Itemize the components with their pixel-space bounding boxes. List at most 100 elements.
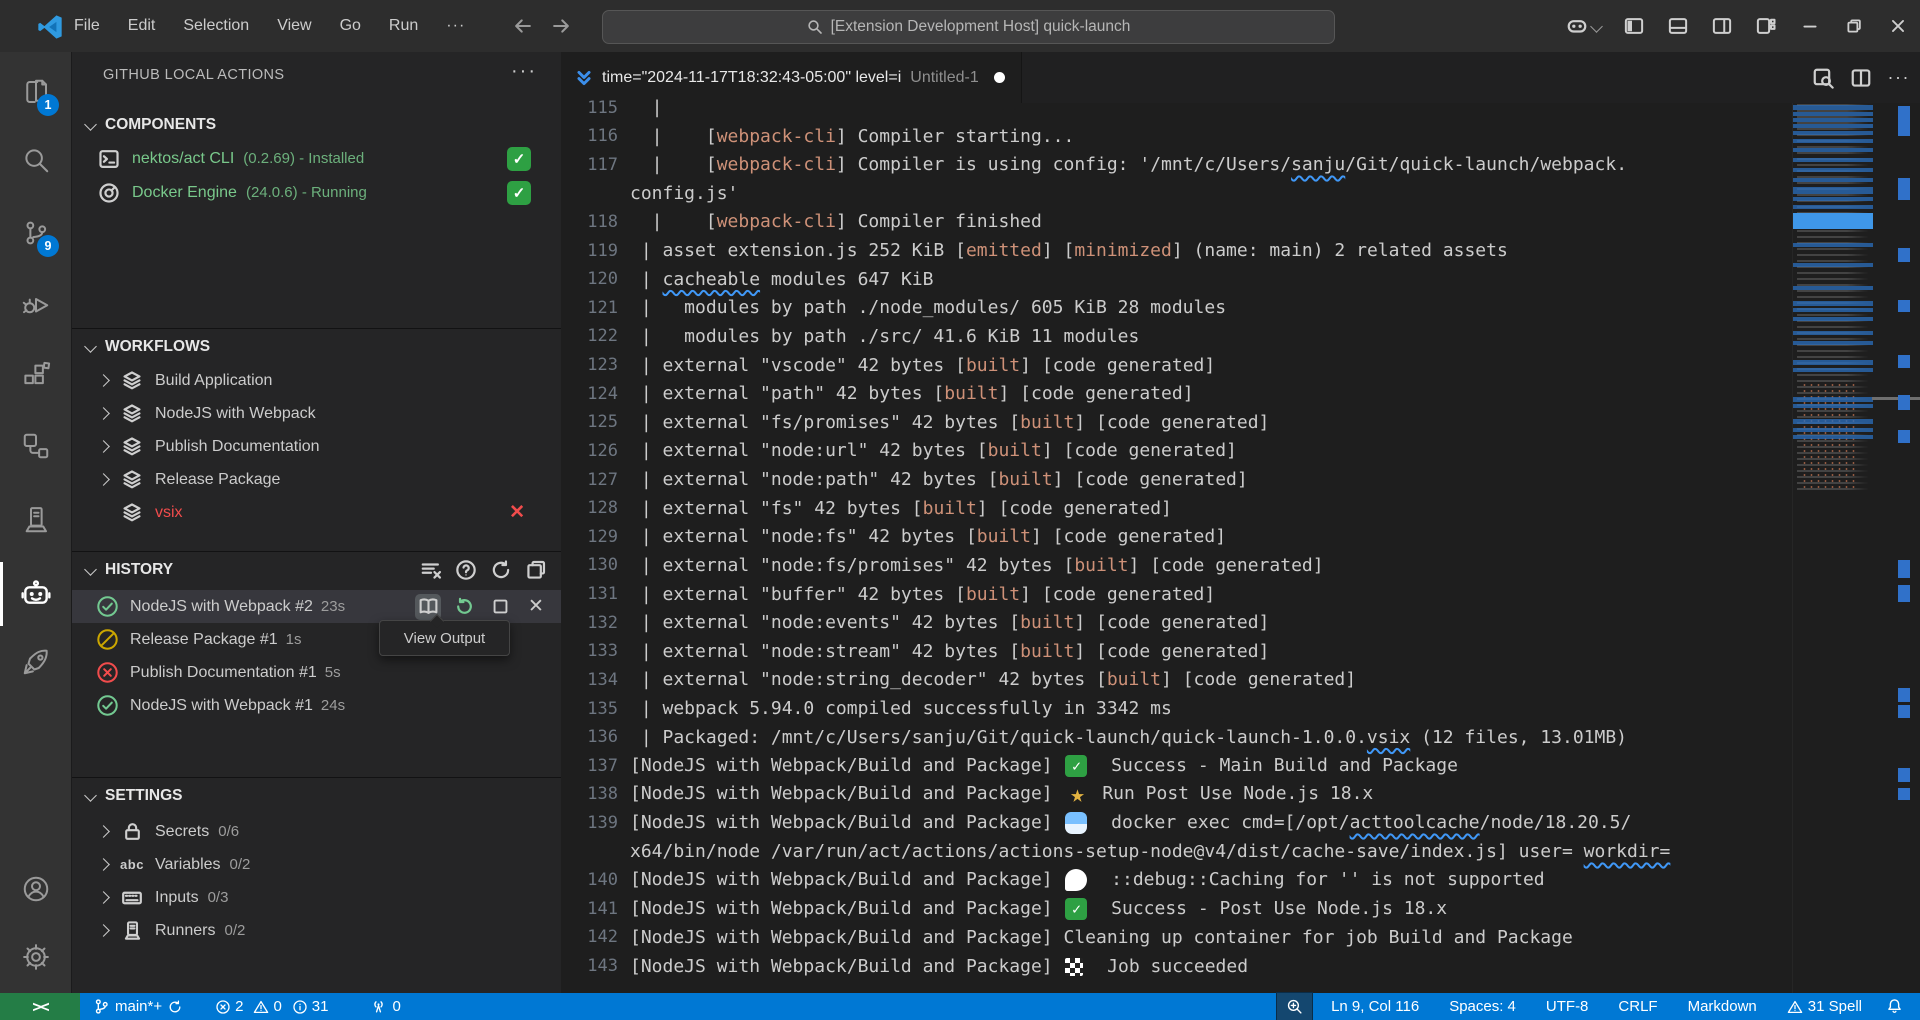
settings-section-header[interactable]: SETTINGS [72,779,561,813]
toggle-panel-button[interactable] [1656,0,1700,52]
chevron-down-icon [84,118,97,131]
sidebar-more-actions[interactable]: ··· [511,60,537,83]
component-detail: (0.2.69) - Installed [243,150,364,167]
history-section-header[interactable]: HISTORY [72,553,561,587]
component-checkbox[interactable]: ✓ [507,181,531,205]
customize-layout-button[interactable] [1744,0,1788,52]
editor-line-124: 124 | external "path" 42 bytes [built] [… [561,379,1920,408]
language-mode[interactable]: Markdown [1679,993,1766,1020]
help-icon[interactable] [455,559,477,581]
workflow-row-nodejs-with-webpack[interactable]: NodeJS with Webpack [72,397,561,430]
title-bar: FileEditSelectionViewGoRun··· [Extension… [0,0,1920,52]
editor-line-132: 132 | external "node:events" 42 bytes [b… [561,608,1920,637]
sync-icon [167,999,183,1015]
remote-explorer-icon[interactable] [0,414,71,478]
history-row-3[interactable]: Publish Documentation #15s [72,656,561,689]
workflow-error-icon[interactable]: ✕ [509,501,525,524]
workflow-row-release-package[interactable]: Release Package [72,463,561,496]
vscode-window: FileEditSelectionViewGoRun··· [Extension… [0,0,1920,1020]
chevron-right-icon [97,924,110,937]
terminal-icon [96,148,122,170]
zoom-indicator[interactable] [1277,993,1312,1020]
settings-row-runners[interactable]: Runners0/2 [72,914,561,947]
editor-line-126: 126 | external "node:url" 42 bytes [buil… [561,436,1920,465]
warning-icon [253,999,269,1015]
settings-row-variables[interactable]: abcVariables0/2 [72,848,561,881]
editor-line-116: 116 | [webpack-cli] Compiler starting... [561,122,1920,151]
open-changes-icon[interactable] [1812,67,1834,89]
editor-content[interactable]: 115 |116 | [webpack-cli] Compiler starti… [561,103,1920,993]
stop-icon[interactable] [487,594,513,620]
toggle-primary-sidebar-button[interactable] [1612,0,1656,52]
eol-sequence[interactable]: CRLF [1609,993,1666,1020]
extensions-icon[interactable] [0,343,71,407]
github-local-actions-icon[interactable] [0,562,71,626]
menu-more[interactable]: ··· [434,12,477,40]
component-name: Docker Engine [132,184,237,202]
restore-button[interactable] [1832,0,1876,52]
source-control-icon[interactable]: 9 [0,201,71,265]
run-debug-icon[interactable] [0,272,71,336]
workflow-row-build-application[interactable]: Build Application [72,364,561,397]
warning-icon [1787,999,1803,1015]
menu-file[interactable]: File [62,12,112,40]
menu-edit[interactable]: Edit [116,12,168,40]
history-row-4[interactable]: NodeJS with Webpack #124s [72,689,561,722]
cursor-position[interactable]: Ln 9, Col 116 [1322,993,1428,1020]
menu-view[interactable]: View [265,12,323,40]
component-checkbox[interactable]: ✓ [507,147,531,171]
forward-arrow-icon[interactable] [551,16,571,36]
more-actions-icon[interactable]: ··· [1888,67,1910,88]
search-view-icon[interactable] [0,128,71,192]
copilot-button[interactable] [1554,0,1612,52]
settings-row-inputs[interactable]: Inputs0/3 [72,881,561,914]
settings-row-secrets[interactable]: Secrets0/6 [72,815,561,848]
spell-checker-status[interactable]: 31 Spell [1778,993,1871,1020]
runner-server-icon[interactable] [0,488,71,552]
minimap[interactable] [1792,103,1873,993]
component-row-docker[interactable]: Docker Engine (24.0.6) - Running ✓ [72,176,561,209]
notifications-bell-icon[interactable] [1877,993,1912,1020]
problems-indicator[interactable]: 2 0 31 [206,993,337,1020]
split-editor-icon[interactable] [1850,67,1872,89]
settings-gear-icon[interactable] [0,925,71,989]
chevron-right-icon [97,825,110,838]
dirty-indicator[interactable] [994,72,1005,83]
menu-go[interactable]: Go [328,12,373,40]
editor-line-123: 123 | external "vscode" 42 bytes [built]… [561,351,1920,380]
workflow-row-publish-documentation[interactable]: Publish Documentation [72,430,561,463]
menu-selection[interactable]: Selection [171,12,261,40]
editor-group[interactable]: time="2024-11-17T18:32:43-05:00" level=i… [561,52,1920,993]
dismiss-icon[interactable]: ✕ [523,594,549,620]
minimize-button[interactable] [1788,0,1832,52]
command-center[interactable]: [Extension Development Host] quick-launc… [602,10,1335,44]
collapse-all-icon[interactable] [525,559,547,581]
overview-ruler[interactable] [1896,103,1912,993]
indentation[interactable]: Spaces: 4 [1440,993,1525,1020]
accounts-icon[interactable] [0,857,71,921]
history-label: NodeJS with Webpack #2 [130,598,313,616]
explorer-icon[interactable]: 1 [0,60,71,124]
chevron-down-icon [84,563,97,576]
rocket-icon[interactable] [0,630,71,694]
refresh-icon[interactable] [490,559,512,581]
encoding[interactable]: UTF-8 [1537,993,1598,1020]
history-row-1[interactable]: NodeJS with Webpack #223s✕ [72,590,561,623]
back-arrow-icon[interactable] [513,16,533,36]
workflow-row-vsix[interactable]: vsix✕ [72,496,561,529]
editor-line-122: 122 | modules by path ./src/ 41.6 KiB 11… [561,322,1920,351]
remote-indicator[interactable]: >< [0,993,80,1020]
toggle-secondary-sidebar-button[interactable] [1700,0,1744,52]
branch-indicator[interactable]: main*+ [84,993,192,1020]
close-window-button[interactable] [1876,0,1920,52]
line-number: 125 [561,412,618,432]
workflows-section-header[interactable]: WORKFLOWS [72,330,561,364]
line-number: 116 [561,126,618,146]
component-row-act-cli[interactable]: nektos/act CLI (0.2.69) - Installed ✓ [72,142,561,175]
menu-run[interactable]: Run [377,12,430,40]
components-section-header[interactable]: COMPONENTS [72,108,561,142]
ports-indicator[interactable]: 0 [361,993,409,1020]
rerun-icon[interactable] [451,594,477,620]
chevron-down-icon [84,340,97,353]
clear-history-icon[interactable] [420,559,442,581]
